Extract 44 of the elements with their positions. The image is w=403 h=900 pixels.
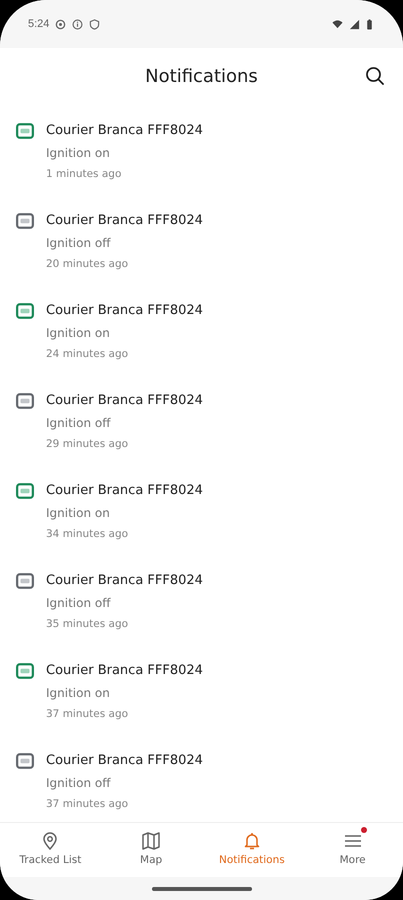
notification-item[interactable]: Courier Branca FFF8024 Ignition on 37 minutes ago (0, 661, 403, 751)
notification-time: 34 minutes ago (46, 527, 130, 542)
notification-event: Ignition off (46, 595, 112, 612)
signal-icon (349, 18, 360, 30)
map-icon (141, 831, 162, 851)
notification-time: 20 minutes ago (46, 257, 130, 272)
notification-event: Ignition on (46, 685, 111, 702)
notification-time: 29 minutes ago (46, 437, 130, 452)
notification-title: Courier Branca FFF8024 (46, 392, 203, 410)
notification-time: 35 minutes ago (46, 617, 130, 632)
battery-icon (366, 18, 373, 30)
notification-event: Ignition off (46, 235, 112, 252)
notification-title: Courier Branca FFF8024 (46, 752, 203, 770)
notification-item[interactable]: Courier Branca FFF8024 Ignition off 35 minutes ago (0, 571, 403, 661)
wifi-icon (332, 18, 343, 30)
info-icon (72, 18, 84, 30)
notification-event: Ignition on (46, 145, 111, 162)
search-icon[interactable] (363, 64, 387, 88)
shield-icon (89, 18, 100, 30)
notification-time: 37 minutes ago (46, 797, 130, 812)
notification-item[interactable]: Courier Branca FFF8024 Ignition on 24 minutes ago (0, 301, 403, 391)
notification-item[interactable]: Courier Branca FFF8024 Ignition off 20 minutes ago (0, 211, 403, 301)
nav-tab[interactable]: Tracked List (0, 823, 101, 877)
notification-title: Courier Branca FFF8024 (46, 572, 203, 590)
notification-title: Courier Branca FFF8024 (46, 212, 203, 230)
notification-item[interactable]: Courier Branca FFF8024 Ignition on 34 minutes ago (0, 481, 403, 571)
notification-title: Courier Branca FFF8024 (46, 302, 203, 320)
notification-title: Courier Branca FFF8024 (46, 122, 203, 140)
notification-title: Courier Branca FFF8024 (46, 482, 203, 500)
nav-tab[interactable]: Map (100, 823, 202, 877)
notification-event: Ignition on (46, 505, 111, 522)
notification-time: 37 minutes ago (46, 707, 130, 722)
notification-time: 1 minutes ago (46, 167, 122, 182)
notification-event: Ignition on (46, 325, 111, 342)
status-time: 5:24 (28, 18, 50, 30)
nav-tab[interactable]: More (302, 823, 403, 877)
notification-event: Ignition off (46, 415, 112, 432)
notification-title: Courier Branca FFF8024 (46, 662, 203, 680)
page-title: Notifications (145, 66, 258, 86)
notification-item[interactable]: Courier Branca FFF8024 Ignition on 1 minutes ago (0, 121, 403, 211)
notification-time: 24 minutes ago (46, 347, 130, 362)
notification-event: Ignition off (46, 775, 112, 792)
notification-item[interactable]: Courier Branca FFF8024 Ignition off 29 minutes ago (0, 391, 403, 481)
notification-item[interactable]: Courier Branca FFF8024 Ignition off 37 minutes ago (0, 751, 403, 822)
